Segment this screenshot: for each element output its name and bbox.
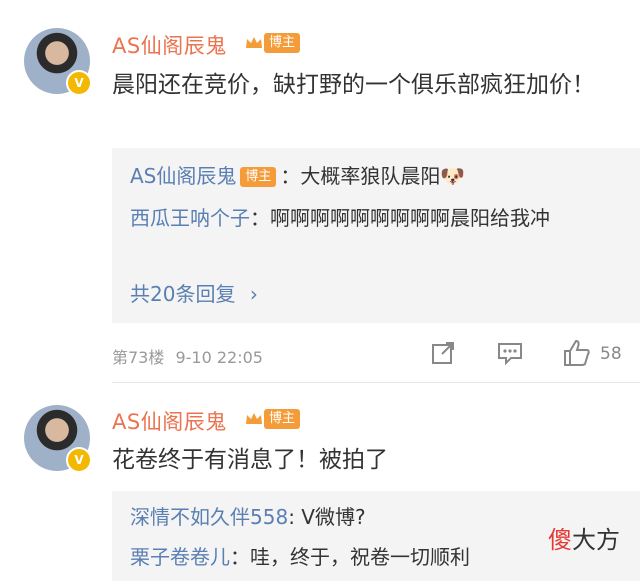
comment-2: V AS仙阁辰鬼 博主 花卷终于有消息了！被拍了 深情不如久伴558: V微博?… (0, 383, 640, 581)
avatar[interactable]: V (24, 28, 92, 96)
reply-author[interactable]: 栗子卷卷儿 (130, 545, 230, 569)
chevron-right-icon: › (249, 282, 258, 306)
reply-box[interactable]: AS仙阁辰鬼 博主 ：大概率狼队晨阳🐶 西瓜王呐个子：啊啊啊啊啊啊啊啊啊晨阳给我冲 … (112, 148, 640, 323)
crown-icon (246, 413, 262, 424)
crown-icon (246, 37, 262, 48)
verified-badge-icon: V (66, 70, 92, 96)
share-icon[interactable] (430, 340, 456, 366)
avatar[interactable]: V (24, 405, 92, 473)
author-tag: 博主 (264, 409, 301, 429)
author-tag: 博主 (240, 167, 277, 187)
reply-2: 西瓜王呐个子：啊啊啊啊啊啊啊啊啊晨阳给我冲 (130, 202, 630, 234)
reply-text: ：啊啊啊啊啊啊啊啊啊晨阳给我冲 (250, 206, 550, 230)
comment-1: V AS仙阁辰鬼 博主 晨阳还在竞价，缺打野的一个俱乐部疯狂加价！ AS仙阁辰鬼… (0, 0, 640, 380)
reply-text: : V微博? (288, 505, 366, 529)
floor-number: 第73楼 (112, 348, 165, 367)
reply-text: ：哇，终于，祝卷一切顺利 (230, 545, 470, 569)
comment-meta: 第73楼 9-10 22:05 (112, 344, 263, 368)
watermark-rest: 大方 (572, 526, 620, 554)
comment-text: 晨阳还在竞价，缺打野的一个俱乐部疯狂加价！ (112, 72, 595, 98)
like-count: 58 (600, 344, 622, 364)
watermark: 傻大方 (548, 520, 620, 555)
reply-text: ：大概率狼队晨阳 (280, 164, 441, 188)
verified-badge-icon: V (66, 447, 92, 473)
like-icon[interactable] (562, 338, 592, 368)
reply-author[interactable]: AS仙阁辰鬼 (130, 164, 236, 188)
watermark-red: 傻 (548, 526, 572, 554)
comment-icon[interactable] (496, 340, 524, 366)
comment-text: 花卷终于有消息了！被拍了 (112, 447, 388, 473)
more-replies-link[interactable]: 共20条回复 › (130, 278, 258, 307)
timestamp: 9-10 22:05 (175, 348, 263, 367)
dog-emoji-icon: 🐶 (440, 164, 466, 188)
username[interactable]: AS仙阁辰鬼 (112, 30, 227, 60)
author-tag: 博主 (264, 33, 301, 53)
reply-author[interactable]: 深情不如久伴558 (130, 505, 288, 529)
reply-author[interactable]: 西瓜王呐个子 (130, 206, 250, 230)
more-replies-label: 共20条回复 (130, 282, 236, 306)
reply-1: AS仙阁辰鬼 博主 ：大概率狼队晨阳🐶 (130, 160, 630, 192)
username[interactable]: AS仙阁辰鬼 (112, 406, 227, 436)
